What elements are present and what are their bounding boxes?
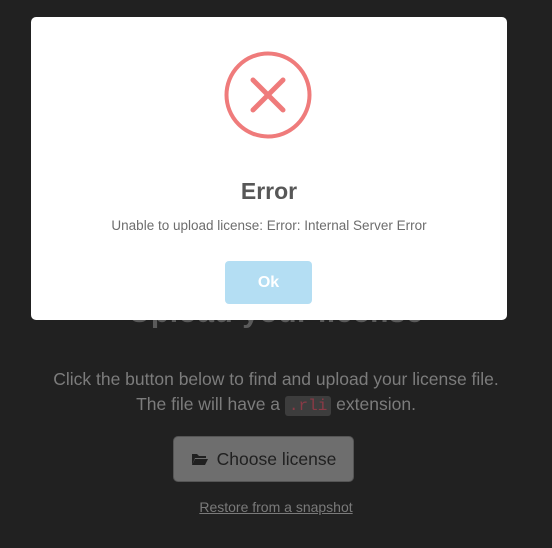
instructions-line-2: The file will have a .rli extension.	[0, 392, 552, 417]
dialog-message: Unable to upload license: Error: Interna…	[111, 218, 427, 233]
instructions-suffix: extension.	[331, 394, 416, 414]
choose-license-label: Choose license	[216, 448, 337, 469]
file-extension-code: .rli	[284, 396, 332, 416]
error-dialog: Error Unable to upload license: Error: I…	[31, 17, 507, 320]
folder-open-icon	[191, 454, 208, 465]
error-x-icon	[224, 51, 312, 139]
license-instructions: Click the button below to find and uploa…	[0, 367, 552, 417]
choose-license-button[interactable]: Choose license	[173, 436, 354, 482]
license-upload-page: Upload your license Click the button bel…	[0, 0, 552, 548]
instructions-prefix: The file will have a	[136, 394, 285, 414]
restore-snapshot-link[interactable]: Restore from a snapshot	[0, 499, 552, 515]
instructions-line-1: Click the button below to find and uploa…	[53, 369, 499, 389]
ok-button[interactable]: Ok	[225, 261, 312, 304]
dialog-title: Error	[240, 178, 298, 204]
